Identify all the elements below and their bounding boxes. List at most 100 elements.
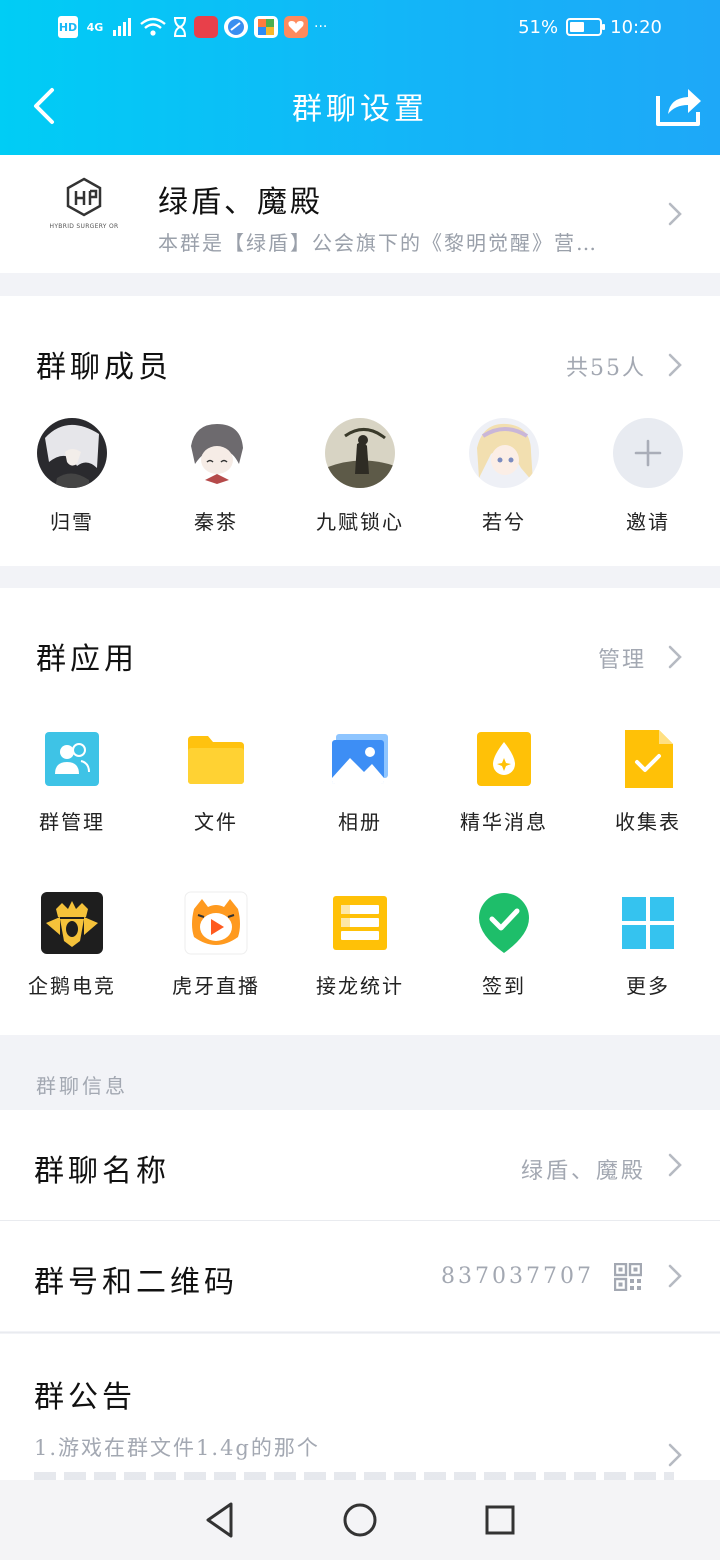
battery-icon <box>566 18 606 36</box>
avatar <box>469 418 539 488</box>
app-file[interactable]: 文件 <box>144 726 288 890</box>
app-check-in[interactable]: 签到 <box>432 890 576 1054</box>
relay-stats-icon <box>327 890 393 956</box>
page-title: 群聊设置 <box>292 92 428 127</box>
circle-home-icon <box>343 1503 377 1537</box>
member-name: 秦茶 <box>194 510 238 534</box>
group-description: 本群是【绿盾】公会旗下的《黎明觉醒》营… <box>158 231 598 255</box>
member-item[interactable]: 若兮 <box>432 418 576 535</box>
member-item[interactable]: 九赋锁心 <box>288 418 432 535</box>
notice-preview-cutoff <box>34 1472 674 1480</box>
group-apps-section: 群应用 管理 群管理 文件 相册 精华消息 收集表 企鹅电竞 虎牙直播 接龙统计… <box>0 588 720 1035</box>
app-penguin-esports[interactable]: 企鹅电竞 <box>0 890 144 1054</box>
hourglass-icon <box>174 17 186 37</box>
back-arrow-icon[interactable] <box>28 86 64 126</box>
status-bar: HD 4G ··· 51% 10:20 <box>58 12 662 42</box>
app-label: 群管理 <box>39 810 105 834</box>
app-group-manage[interactable]: 群管理 <box>0 726 144 890</box>
member-item[interactable]: 归雪 <box>0 418 144 535</box>
share-icon[interactable] <box>654 84 704 128</box>
group-name-value: 绿盾、魔殿 <box>520 1159 646 1184</box>
group-name-label: 群聊名称 <box>34 1154 170 1189</box>
nav-home-button[interactable] <box>338 1498 382 1542</box>
clock: 10:20 <box>610 16 662 38</box>
chevron-right-icon[interactable] <box>666 352 684 378</box>
app-grid: 群管理 文件 相册 精华消息 收集表 企鹅电竞 虎牙直播 接龙统计 签到 更多 <box>0 726 720 1054</box>
nav-recents-button[interactable] <box>478 1498 522 1542</box>
header: HD 4G ··· 51% 10:20 群聊设置 <box>0 0 720 155</box>
square-recents-icon <box>485 1505 515 1535</box>
group-number-value: 837037707 <box>441 1264 594 1289</box>
app-huya-live[interactable]: 虎牙直播 <box>144 890 288 1054</box>
system-nav-bar <box>0 1480 720 1560</box>
penguin-esports-icon <box>39 890 105 956</box>
app-label: 文件 <box>194 810 238 834</box>
avatar <box>325 418 395 488</box>
health-app-icon <box>284 16 308 38</box>
group-logo: HYBRID SURGERY OR <box>48 177 120 257</box>
collect-form-icon <box>615 726 681 792</box>
folder-icon <box>183 726 249 792</box>
app-label: 更多 <box>626 974 670 998</box>
chevron-right-icon <box>668 1264 682 1288</box>
app-collect-form[interactable]: 收集表 <box>576 726 720 890</box>
group-number-label: 群号和二维码 <box>34 1265 238 1300</box>
signal-icon <box>113 18 131 36</box>
group-notice-label: 群公告 <box>34 1380 136 1415</box>
chevron-right-icon <box>668 1443 682 1467</box>
battery-percent: 51% <box>518 16 559 38</box>
browser-app-icon <box>224 16 248 38</box>
store-app-icon <box>254 16 278 38</box>
member-name: 若兮 <box>482 510 526 534</box>
group-number-row[interactable]: 群号和二维码 837037707 <box>0 1221 720 1331</box>
app-label: 接龙统计 <box>316 974 404 998</box>
member-count[interactable]: 共55人 <box>566 350 646 382</box>
app-label: 收集表 <box>615 810 681 834</box>
avatar <box>181 418 251 488</box>
group-profile-card[interactable]: HYBRID SURGERY OR 绿盾、魔殿 本群是【绿盾】公会旗下的《黎明觉… <box>0 155 720 273</box>
qr-code-icon[interactable] <box>614 1263 642 1291</box>
section-label-group-info: 群聊信息 <box>36 1074 128 1098</box>
app-label: 企鹅电竞 <box>28 974 116 998</box>
avatar <box>37 418 107 488</box>
plus-icon <box>613 418 683 488</box>
check-in-icon <box>471 890 537 956</box>
logo-caption: HYBRID SURGERY OR <box>49 223 119 230</box>
wifi-icon <box>140 17 166 36</box>
chevron-right-icon[interactable] <box>666 644 684 670</box>
huya-live-icon <box>183 890 249 956</box>
triangle-back-icon <box>206 1502 233 1538</box>
group-manage-icon <box>39 726 105 792</box>
app-essence[interactable]: 精华消息 <box>432 726 576 890</box>
group-notice-row[interactable]: 群公告 1.游戏在群文件1.4g的那个 <box>0 1334 720 1480</box>
huawei-app-icon <box>194 16 218 38</box>
app-relay-stats[interactable]: 接龙统计 <box>288 890 432 1054</box>
group-name-row[interactable]: 群聊名称 绿盾、魔殿 <box>0 1110 720 1220</box>
essence-icon <box>471 726 537 792</box>
members-section: 群聊成员 共55人 归雪 秦茶 九赋锁心 若兮 邀请 <box>0 296 720 566</box>
group-name: 绿盾、魔殿 <box>158 185 323 220</box>
member-name: 九赋锁心 <box>316 510 404 534</box>
apps-title: 群应用 <box>36 642 138 677</box>
more-icon <box>615 890 681 956</box>
invite-member-button[interactable]: 邀请 <box>576 418 720 535</box>
apps-manage-link[interactable]: 管理 <box>598 642 646 674</box>
album-icon <box>327 726 393 792</box>
chevron-right-icon <box>668 202 682 226</box>
app-label: 精华消息 <box>460 810 548 834</box>
member-list: 归雪 秦茶 九赋锁心 若兮 邀请 <box>0 418 720 535</box>
chevron-right-icon <box>668 1153 682 1177</box>
invite-label: 邀请 <box>626 510 670 534</box>
nav-bar: 群聊设置 <box>0 70 720 142</box>
member-name: 归雪 <box>50 510 94 534</box>
divider <box>0 1332 720 1333</box>
app-more[interactable]: 更多 <box>576 890 720 1054</box>
member-item[interactable]: 秦茶 <box>144 418 288 535</box>
app-album[interactable]: 相册 <box>288 726 432 890</box>
network-type: 4G <box>86 20 104 34</box>
nav-back-button[interactable] <box>198 1498 242 1542</box>
members-title: 群聊成员 <box>36 350 172 385</box>
hd-icon: HD <box>58 16 78 38</box>
app-label: 签到 <box>482 974 526 998</box>
app-label: 相册 <box>338 810 382 834</box>
